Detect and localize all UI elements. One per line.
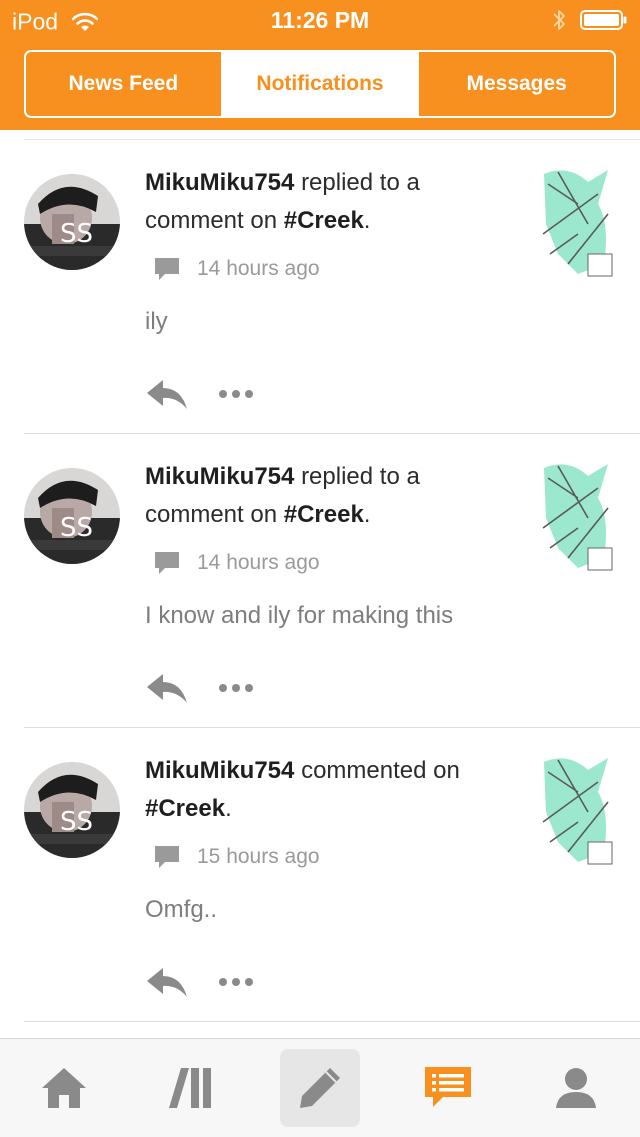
tab-compose[interactable] [280,1049,360,1127]
notification-meta: 14 hours ago [153,548,320,578]
reply-icon[interactable] [145,965,189,999]
more-options-icon[interactable] [219,978,253,986]
notification-item[interactable]: SS MikuMiku754 replied to a comment on #… [0,140,640,434]
tab-home[interactable] [24,1049,104,1127]
notifications-icon [425,1067,471,1107]
divider [24,1021,640,1022]
svg-text:SS: SS [60,513,93,543]
timestamp: 15 hours ago [197,845,320,868]
post-thumbnail[interactable] [538,752,616,870]
username-link[interactable]: MikuMiku754 [145,463,294,490]
svg-text:SS: SS [60,219,93,249]
more-options-icon[interactable] [219,390,253,398]
notification-item[interactable]: SS MikuMiku754 replied to a comment on #… [0,434,640,728]
comment-icon [155,258,179,280]
status-time: 11:26 PM [270,7,370,33]
comment-text: ily [145,308,168,335]
notification-headline: MikuMiku754 replied to a comment on #Cre… [145,458,505,534]
bluetooth-icon [552,10,565,30]
avatar[interactable]: SS [24,762,120,858]
notification-headline: MikuMiku754 replied to a comment on #Cre… [145,164,505,240]
notification-headline: MikuMiku754 commented on #Creek. [145,752,505,828]
tab-profile[interactable] [536,1049,616,1127]
home-icon [42,1068,86,1108]
timestamp: 14 hours ago [197,257,320,280]
tab-notifications-bar[interactable] [408,1049,488,1127]
compose-icon [300,1068,340,1108]
avatar[interactable]: SS [24,174,120,270]
notification-actions [145,668,253,708]
library-icon [169,1068,211,1108]
notification-item[interactable]: SS MikuMiku754 commented on #Creek. 15 h… [0,728,640,1022]
period-text: . [225,795,232,822]
username-link[interactable]: MikuMiku754 [145,169,294,196]
comment-icon [155,846,179,868]
bottom-tab-bar [0,1038,640,1137]
notification-meta: 15 hours ago [153,842,320,872]
comment-text: I know and ily for making this [145,602,454,629]
notification-actions [145,962,253,1002]
comment-icon [155,552,179,574]
status-bar: iPod 11:26 PM [0,0,640,40]
reply-icon[interactable] [145,671,189,705]
tab-library[interactable] [152,1049,232,1127]
period-text: . [363,207,371,234]
segmented-control: News Feed Notifications Messages [24,50,616,118]
reply-icon[interactable] [145,377,189,411]
post-thumbnail[interactable] [538,164,616,282]
tab-notifications[interactable]: Notifications [220,52,418,116]
notifications-feed[interactable]: SS MikuMiku754 replied to a comment on #… [0,130,640,1038]
more-options-icon[interactable] [219,684,253,692]
avatar[interactable]: SS [24,468,120,564]
timestamp: 14 hours ago [197,551,320,574]
tab-messages[interactable]: Messages [417,52,614,116]
status-right [552,8,628,32]
tab-news-feed[interactable]: News Feed [26,52,221,116]
period-text: . [363,501,371,528]
post-link[interactable]: #Creek [284,501,364,528]
svg-text:SS: SS [60,807,93,837]
notification-actions [145,374,253,414]
username-link[interactable]: MikuMiku754 [145,757,294,784]
post-link[interactable]: #Creek [284,207,364,234]
profile-icon [556,1068,596,1108]
action-text: commented on [301,757,460,784]
battery-icon [580,10,627,30]
post-link[interactable]: #Creek [145,795,225,822]
post-thumbnail[interactable] [538,458,616,576]
comment-text: Omfg.. [145,896,218,923]
notification-meta: 14 hours ago [153,254,320,284]
header: iPod 11:26 PM News Feed Notifications Me… [0,0,640,130]
